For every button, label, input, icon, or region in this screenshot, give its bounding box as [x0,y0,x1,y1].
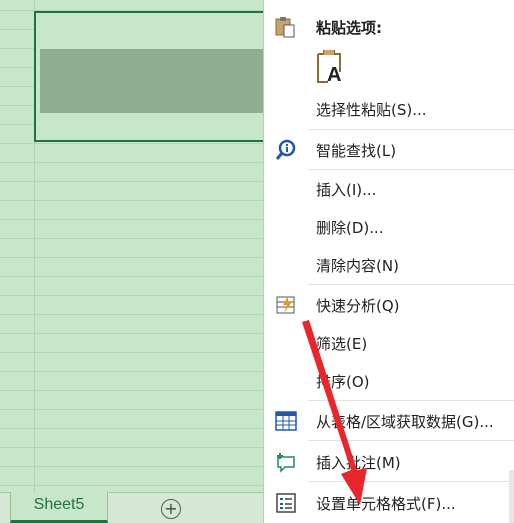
insert-comment-icon [274,451,298,473]
table-icon [274,410,298,432]
menu-item-insert[interactable]: 插入(I)... [264,174,514,204]
selected-range-highlight [40,49,265,113]
selected-cell-range[interactable] [34,11,267,142]
menu-separator [308,481,514,482]
paste-options-header: 粘贴选项: [264,12,514,42]
sheet-tab-bar: Sheet5 + [0,492,268,523]
menu-separator [308,400,514,401]
menu-separator [308,284,514,285]
menu-item-quick-analysis[interactable]: 快速分析(Q) [264,290,514,320]
menu-item-delete[interactable]: 删除(D)... [264,212,514,242]
menu-item-format-cells[interactable]: 设置单元格格式(F)... [264,488,514,518]
menu-item-filter[interactable]: 筛选(E) [264,328,514,358]
quick-analysis-icon [274,294,298,316]
menu-item-paste-special[interactable]: 选择性粘贴(S)... [264,94,514,124]
context-menu: 粘贴选项: A 选择性粘贴(S)... 智能查找(L) 插入(I)... 删除(… [263,0,514,523]
menu-item-clear-contents[interactable]: 清除内容(N) [264,250,514,280]
menu-separator [308,440,514,441]
paste-icon-letter: A [327,64,342,86]
clipboard-icon [274,16,298,38]
paste-option-keep-text-button[interactable]: A [314,50,348,88]
menu-item-smart-lookup[interactable]: 智能查找(L) [264,135,514,165]
add-sheet-button[interactable]: + [161,499,181,519]
menu-scrollbar[interactable] [509,470,514,523]
format-cells-icon [274,492,298,514]
menu-item-sort[interactable]: 排序(O) [264,366,514,396]
smart-lookup-icon [274,139,298,161]
menu-item-get-data-from-table[interactable]: 从表格/区域获取数据(G)... [264,406,514,436]
sheet-tab[interactable]: Sheet5 [10,492,108,523]
menu-item-insert-comment[interactable]: 插入批注(M) [264,447,514,477]
menu-separator [308,129,514,130]
menu-separator [308,169,514,170]
